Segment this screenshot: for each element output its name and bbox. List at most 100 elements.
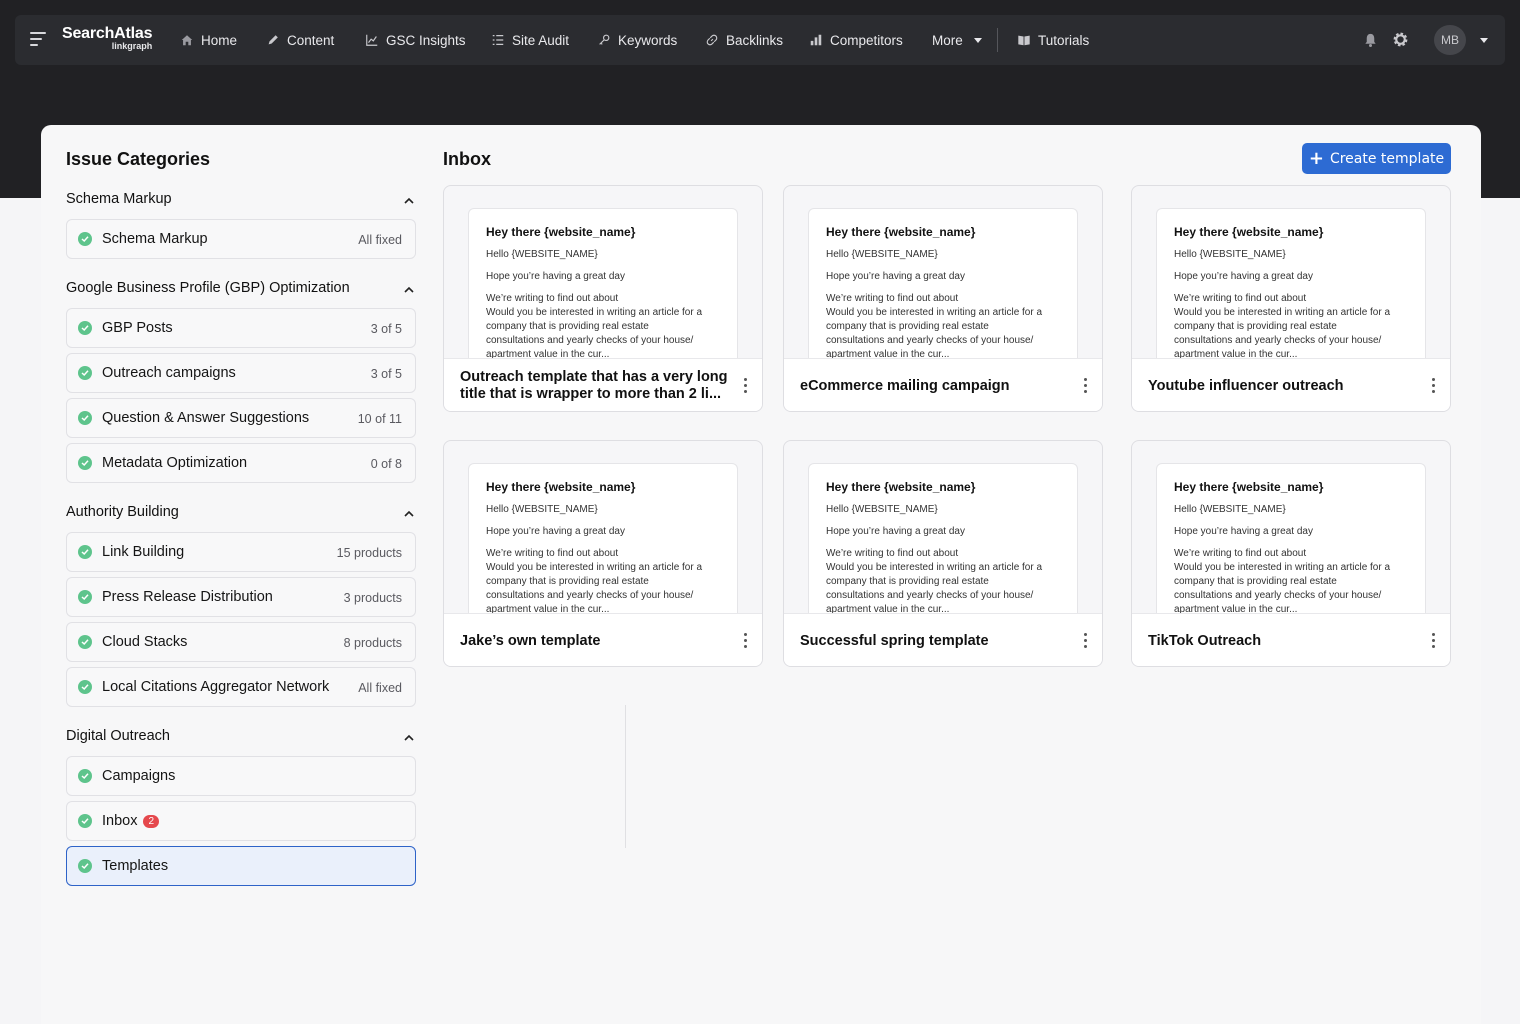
template-card[interactable]: Hey there {website_name} Hello {WEBSITE_…	[443, 185, 763, 412]
template-card[interactable]: Hey there {website_name} Hello {WEBSITE_…	[443, 440, 763, 667]
preview-line: consultations and yearly checks of your …	[486, 335, 694, 346]
chevron-up-icon[interactable]	[403, 195, 415, 207]
nav-competitors-label: Competitors	[830, 32, 903, 48]
check-icon	[78, 366, 92, 380]
check-icon	[78, 232, 92, 246]
preview-greeting: Hey there {website_name}	[1174, 480, 1324, 494]
template-card-footer: Youtube influencer outreach	[1132, 358, 1450, 411]
chevron-up-icon[interactable]	[403, 508, 415, 520]
sidebar-item-status: 8 products	[343, 636, 402, 650]
nav-gsc-insights[interactable]: GSC Insights	[365, 15, 466, 65]
template-card-footer: eCommerce mailing campaign	[784, 358, 1102, 411]
sidebar-item-status: 3 products	[343, 591, 402, 605]
nav-content[interactable]: Content	[266, 15, 334, 65]
sidebar-item-status: 0 of 8	[370, 457, 402, 471]
check-icon	[78, 456, 92, 470]
sidebar-item[interactable]: Question & Answer Suggestions 10 of 11	[66, 398, 416, 438]
group-header[interactable]: Schema Markup	[66, 191, 416, 211]
nav-more-dropdown[interactable]: More	[932, 15, 982, 65]
top-navbar: SearchAtlas linkgraph Home Content GSC I…	[15, 15, 1505, 65]
nav-more-label: More	[932, 32, 963, 48]
bell-icon[interactable]	[1363, 32, 1378, 48]
sidebar-item[interactable]: Press Release Distribution 3 products	[66, 577, 416, 617]
sidebar-item[interactable]: GBP Posts 3 of 5	[66, 308, 416, 348]
check-icon	[78, 680, 92, 694]
sidebar-item[interactable]: Inbox 2	[66, 801, 416, 841]
preview-greeting: Hey there {website_name}	[826, 480, 976, 494]
template-card-footer: Outreach template that has a very long t…	[444, 358, 762, 411]
preview-line: company that is providing real estate	[1174, 576, 1337, 587]
check-icon	[78, 411, 92, 425]
template-title: TikTok Outreach	[1148, 632, 1262, 649]
more-vertical-icon[interactable]	[744, 378, 748, 394]
sidebar-item-label: Metadata Optimization	[102, 455, 248, 471]
preview-line: We’re writing to find out about	[486, 293, 619, 304]
template-card[interactable]: Hey there {website_name} Hello {WEBSITE_…	[1131, 185, 1451, 412]
sidebar-item[interactable]: Campaigns	[66, 756, 416, 796]
preview-greeting: Hey there {website_name}	[1174, 225, 1324, 239]
check-icon	[78, 769, 92, 783]
preview-hope: Hope you’re having a great day	[486, 526, 625, 537]
group-header[interactable]: Google Business Profile (GBP) Optimizati…	[66, 280, 416, 300]
create-template-button[interactable]: + Create template	[1302, 143, 1451, 174]
preview-line: Would you be interested in writing an ar…	[826, 562, 1043, 573]
group-title: Digital Outreach	[66, 728, 170, 744]
nav-site-audit[interactable]: Site Audit	[491, 15, 569, 65]
menu-icon[interactable]	[30, 32, 46, 48]
chevron-up-icon[interactable]	[403, 732, 415, 744]
count-badge: 2	[143, 815, 160, 828]
sidebar-item[interactable]: Cloud Stacks 8 products	[66, 622, 416, 662]
sidebar-item-label: Templates	[102, 858, 169, 874]
bar-chart-icon	[810, 34, 822, 46]
preview-greeting: Hey there {website_name}	[826, 225, 976, 239]
book-icon	[1018, 35, 1030, 46]
sidebar-item-label: Schema Markup	[102, 231, 208, 247]
preview-line: We’re writing to find out about	[826, 548, 959, 559]
preview-hope: Hope you’re having a great day	[1174, 526, 1313, 537]
preview-line: consultations and yearly checks of your …	[1174, 335, 1382, 346]
preview-hello: Hello {WEBSITE_NAME}	[1174, 249, 1286, 260]
sidebar-item[interactable]: Schema Markup All fixed	[66, 219, 416, 259]
more-vertical-icon[interactable]	[1084, 633, 1088, 649]
preview-hello: Hello {WEBSITE_NAME}	[826, 249, 938, 260]
template-title: Outreach template that has a very long t…	[460, 369, 728, 402]
sidebar-item[interactable]: Link Building 15 products	[66, 532, 416, 572]
gear-icon[interactable]	[1392, 31, 1409, 48]
brand-logo[interactable]: SearchAtlas linkgraph	[62, 25, 152, 51]
more-vertical-icon[interactable]	[744, 633, 748, 649]
divider-line	[625, 705, 626, 848]
nav-competitors[interactable]: Competitors	[809, 15, 903, 65]
template-card[interactable]: Hey there {website_name} Hello {WEBSITE_…	[783, 440, 1103, 667]
more-vertical-icon[interactable]	[1084, 378, 1088, 394]
avatar[interactable]: MB	[1434, 25, 1466, 55]
group-header[interactable]: Digital Outreach	[66, 728, 416, 748]
nav-tutorials[interactable]: Tutorials	[1017, 15, 1089, 65]
sidebar-item-status: 15 products	[336, 546, 402, 560]
nav-keywords[interactable]: Keywords	[597, 15, 677, 65]
preview-hello: Hello {WEBSITE_NAME}	[826, 504, 938, 515]
preview-line: company that is providing real estate	[1174, 321, 1337, 332]
template-title: eCommerce mailing campaign	[800, 377, 1010, 394]
nav-backlinks-label: Backlinks	[726, 32, 784, 48]
nav-keywords-label: Keywords	[618, 32, 678, 48]
nav-home-label: Home	[201, 32, 238, 48]
sidebar-item-label: Press Release Distribution	[102, 589, 273, 605]
group-title: Google Business Profile (GBP) Optimizati…	[66, 280, 350, 296]
sidebar-item[interactable]: Outreach campaigns 3 of 5	[66, 353, 416, 393]
template-card[interactable]: Hey there {website_name} Hello {WEBSITE_…	[783, 185, 1103, 412]
group-header[interactable]: Authority Building	[66, 504, 416, 524]
content-panel: Issue Categories Schema Markup Schema Ma…	[41, 125, 1481, 1024]
more-vertical-icon[interactable]	[1432, 378, 1436, 394]
nav-home[interactable]: Home	[180, 15, 237, 65]
template-preview: Hey there {website_name} Hello {WEBSITE_…	[468, 208, 738, 368]
chevron-up-icon[interactable]	[403, 284, 415, 296]
template-card[interactable]: Hey there {website_name} Hello {WEBSITE_…	[1131, 440, 1451, 667]
more-vertical-icon[interactable]	[1432, 633, 1436, 649]
sidebar-item[interactable]: Templates	[66, 846, 416, 886]
sidebar-item[interactable]: Local Citations Aggregator Network All f…	[66, 667, 416, 707]
nav-backlinks[interactable]: Backlinks	[705, 15, 783, 65]
sidebar-item[interactable]: Metadata Optimization 0 of 8	[66, 443, 416, 483]
preview-line: company that is providing real estate	[486, 321, 649, 332]
account-chevron-down-icon[interactable]	[1480, 38, 1488, 43]
nav-tutorials-label: Tutorials	[1038, 32, 1090, 48]
